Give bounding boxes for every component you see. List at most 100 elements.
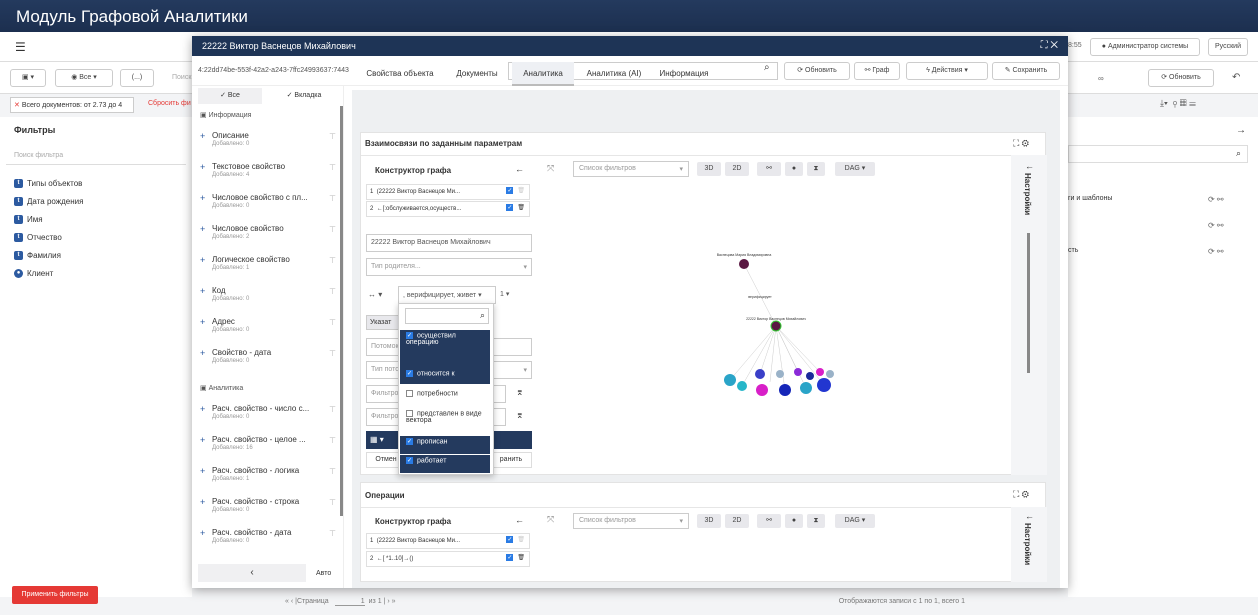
refresh-icon[interactable]: ⟳ ⚯ [1208, 247, 1224, 256]
search-icon[interactable]: ⌕ [764, 62, 770, 73]
filter-icon[interactable]: ⊤ [329, 163, 336, 172]
parent-type-select[interactable]: Тип родителя... ▾ [366, 258, 532, 276]
docs-count-chip[interactable]: ✕ Всего документов: от 2.73 до 4 [10, 97, 134, 113]
filter-icon[interactable]: ⊤ [329, 194, 336, 203]
graph-layout-icon[interactable]: ⚯ [757, 162, 781, 176]
actions-button[interactable]: ϟ Действия ▾ [906, 62, 988, 80]
dropdown-option[interactable]: представлен в виде вектора [400, 408, 490, 434]
property-item[interactable]: + Расч. свойство - дата Добавлено: 0 ⊤ [200, 528, 336, 554]
graph-node[interactable] [737, 381, 747, 391]
constructor-row[interactable]: 1 (22222 Виктор Васнецов Ми... ✓ 🗑 [366, 533, 530, 549]
close-icon[interactable]: ✕ [14, 102, 22, 109]
graph-canvas[interactable]: Васнецова Мария Владимировна верифицируе… [680, 240, 860, 410]
plus-icon[interactable]: + [200, 255, 205, 265]
plus-icon[interactable]: + [200, 497, 205, 507]
checkbox[interactable]: ✓ [506, 204, 514, 211]
graph-node[interactable] [770, 320, 782, 332]
tab-analytics[interactable]: Аналитика [512, 62, 574, 86]
save-button[interactable]: ✎ Сохранить [992, 62, 1060, 80]
expand-close-icons[interactable]: ⛶ ✕ [1041, 40, 1058, 51]
property-item[interactable]: + Расч. свойство - целое ... Добавлено: 16… [200, 435, 336, 461]
trash-icon[interactable]: 🗑 [517, 205, 525, 211]
plus-icon[interactable]: + [200, 224, 205, 234]
right-search-input[interactable]: ⌕ [1068, 145, 1248, 163]
auto-label[interactable]: Авто [316, 570, 331, 577]
expand-icon[interactable]: ⛶ ⚙ [1013, 489, 1029, 500]
filter-icon[interactable]: ⊤ [329, 256, 336, 265]
all-filter-button[interactable]: ◉ Все ▾ [55, 69, 113, 87]
dag-select[interactable]: DAG ▾ [835, 162, 875, 176]
filter-icon[interactable]: ⊤ [329, 225, 336, 234]
page-input[interactable]: 1 [334, 598, 365, 606]
property-item[interactable]: + Расч. свойство - логика Добавлено: 1 ⊤ [200, 466, 336, 492]
plus-icon[interactable]: + [200, 348, 205, 358]
plus-icon[interactable]: + [200, 435, 205, 445]
fit-icon[interactable]: ⤧ [547, 163, 554, 174]
filter-item[interactable]: t Фамилия [14, 251, 61, 261]
filter-icon[interactable]: ⊤ [329, 467, 336, 476]
property-item[interactable]: + Логическое свойство Добавлено: 1 ⊤ [200, 255, 336, 281]
constructor-row[interactable]: 2 ←[ *1..10]→() ✓ 🗑 [366, 551, 530, 567]
refresh-icon[interactable]: ⟳ ⚯ [1208, 221, 1224, 230]
filter-icon[interactable]: ⊤ [329, 287, 336, 296]
back-arrow-icon[interactable]: ← [1025, 511, 1034, 521]
filter-item[interactable]: t Типы объектов [14, 179, 82, 189]
dag-select[interactable]: DAG ▾ [835, 514, 875, 528]
filter-item[interactable]: t Дата рождения [14, 197, 83, 207]
tab-all[interactable]: ✓ Все [198, 88, 262, 104]
graph-node[interactable] [755, 369, 765, 379]
node-icon[interactable]: ● [785, 514, 803, 528]
checkbox[interactable]: ✓ [506, 554, 514, 561]
dropdown-option[interactable]: потребности [400, 388, 490, 404]
property-item[interactable]: + Расч. свойство - строка Добавлено: 0 ⊤ [200, 497, 336, 523]
refresh-icon[interactable]: ⟳ ⚯ [1208, 195, 1224, 204]
node-icon[interactable]: ● [785, 162, 803, 176]
graph-node[interactable] [806, 372, 814, 380]
filter-icon[interactable]: ⊤ [329, 318, 336, 327]
view-icons[interactable]: ⤓▾ ⚲ ▦ ☰ [1160, 98, 1250, 112]
constructor-row[interactable]: 1 (22222 Виктор Васнецов Ми... ✓ 🗑 [366, 184, 530, 200]
property-item[interactable]: + Свойство - дата Добавлено: 0 ⊤ [200, 348, 336, 374]
filter-list-select[interactable]: Список фильтров ▾ [573, 161, 689, 177]
dropdown-search-input[interactable]: ⌕ [405, 308, 489, 324]
back-arrow-icon[interactable]: ← [1025, 161, 1034, 171]
menu-icon[interactable]: ☰ [15, 40, 26, 54]
tab-properties[interactable]: Свойства объекта [362, 62, 438, 86]
dropdown-option[interactable]: ✓ относится к [400, 368, 490, 384]
specify-button[interactable]: Указат [366, 315, 402, 330]
graph-button[interactable]: ⚯ Граф [854, 62, 900, 80]
tab-documents[interactable]: Документы [448, 62, 506, 86]
filter-icon[interactable]: ⊤ [329, 529, 336, 538]
constructor-row[interactable]: 2 ←[:обслуживается,осуществ... ✓ 🗑 [366, 201, 530, 217]
2d-button[interactable]: 2D [725, 162, 749, 176]
apply-filters-button[interactable]: Применить фильтры [12, 586, 98, 604]
trash-icon[interactable]: 🗑 [517, 188, 525, 194]
relation-select[interactable]: , верифицирует, живет ▾ [398, 286, 496, 304]
filter-item[interactable]: t Отчество [14, 233, 62, 243]
fit-icon[interactable]: ⤧ [547, 514, 554, 525]
graph-node[interactable] [817, 378, 831, 392]
scrollbar[interactable] [340, 106, 343, 516]
plus-icon[interactable]: + [200, 404, 205, 414]
graph-node[interactable] [794, 368, 802, 376]
dropdown-option[interactable]: ✓ работает [400, 455, 490, 473]
filter-search-input[interactable]: Поиск фильтра [6, 147, 186, 165]
plus-icon[interactable]: + [200, 466, 205, 476]
graph-node[interactable] [739, 259, 749, 269]
graph-node[interactable] [756, 384, 768, 396]
graph-node[interactable] [776, 370, 784, 378]
admin-button[interactable]: ● Администратор системы [1090, 38, 1200, 56]
collapse-panel-button[interactable]: ‹ [198, 564, 306, 582]
graph-layout-icon[interactable]: ⚯ [757, 514, 781, 528]
tab-info[interactable]: Информация [654, 62, 714, 86]
filter-item[interactable]: t Имя [14, 215, 43, 225]
back-arrow-icon[interactable]: ← [515, 164, 524, 174]
pager-next-icon[interactable]: › » [387, 598, 395, 605]
back-arrow-icon[interactable]: ← [515, 515, 524, 525]
property-item[interactable]: + Адрес Добавлено: 0 ⊤ [200, 317, 336, 343]
3d-button[interactable]: 3D [697, 162, 721, 176]
direction-select[interactable]: ↔ ▾ [368, 290, 382, 299]
reset-filters-link[interactable]: Сбросить фи [148, 100, 191, 107]
plus-icon[interactable]: + [200, 162, 205, 172]
plus-icon[interactable]: + [200, 286, 205, 296]
